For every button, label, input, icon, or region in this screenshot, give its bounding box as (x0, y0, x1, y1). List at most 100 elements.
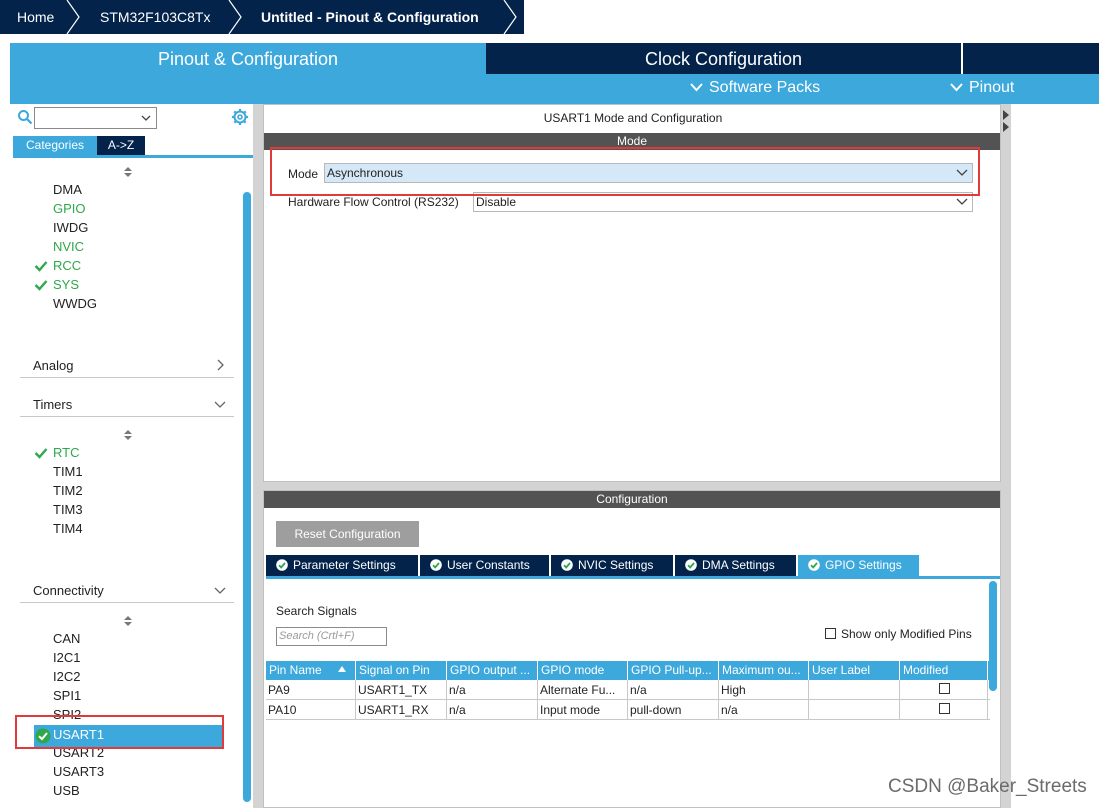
check-circle-icon (276, 559, 288, 571)
tab-parameter-settings-label: Parameter Settings (293, 558, 396, 572)
submenu-bar: Software Packs Pinout (486, 74, 1099, 104)
list-item-tim4[interactable]: TIM4 (53, 521, 83, 536)
table-header: Pin Name Signal on Pin GPIO output ... G… (266, 661, 990, 680)
cell-gpio-pull: pull-down (628, 700, 719, 720)
tab-a-z[interactable]: A->Z (97, 136, 145, 155)
tab-extra[interactable] (961, 43, 1099, 74)
reset-configuration-button[interactable]: Reset Configuration (276, 521, 419, 547)
tab-clock-label: Clock Configuration (644, 49, 803, 69)
tab-parameter-settings[interactable]: Parameter Settings (266, 555, 418, 576)
breadcrumb-device[interactable]: STM32F103C8Tx (100, 0, 210, 34)
col-gpio-pull[interactable]: GPIO Pull-up... (628, 661, 719, 680)
mode-panel-title: USART1 Mode and Configuration (543, 111, 723, 125)
category-timers[interactable]: Timers (20, 392, 234, 417)
list-item-i2c1[interactable]: I2C1 (53, 650, 80, 665)
list-item-spi1[interactable]: SPI1 (53, 688, 81, 703)
show-modified-pins-label: Show only Modified Pins (841, 627, 972, 641)
pinout-menu-label: Pinout (969, 79, 1015, 96)
breadcrumb-home[interactable]: Home (17, 0, 54, 34)
table-row[interactable]: PA9 USART1_TX n/a Alternate Fu... n/a Hi… (266, 680, 990, 700)
config-scrollbar[interactable] (989, 581, 997, 691)
list-item-tim2[interactable]: TIM2 (53, 483, 83, 498)
col-modified[interactable]: Modified (900, 661, 988, 680)
list-item-iwdg[interactable]: IWDG (53, 220, 88, 235)
highlight-box (270, 147, 980, 196)
category-tabs: Categories A->Z (13, 136, 253, 158)
tab-dma-settings[interactable]: DMA Settings (675, 555, 796, 576)
list-item-sys[interactable]: SYS (53, 277, 79, 292)
cell-gpio-output: n/a (447, 680, 538, 700)
software-packs-menu[interactable]: Software Packs (690, 79, 820, 97)
cell-signal: USART1_TX (356, 680, 447, 700)
breadcrumb: Home STM32F103C8Tx Untitled - Pinout & C… (0, 0, 1099, 34)
search-combobox[interactable] (34, 107, 157, 129)
hw-flow-control-label: Hardware Flow Control (RS232) (288, 195, 459, 209)
check-icon (34, 448, 48, 459)
modified-checkbox[interactable] (939, 683, 950, 694)
col-pin-name[interactable]: Pin Name (266, 661, 356, 680)
show-modified-pins-checkbox[interactable]: Show only Modified Pins (825, 627, 972, 641)
sort-icon[interactable] (123, 615, 133, 627)
list-item-nvic[interactable]: NVIC (53, 239, 84, 254)
list-item-rcc[interactable]: RCC (53, 258, 81, 273)
table-row[interactable]: PA10 USART1_RX n/a Input mode pull-down … (266, 700, 990, 720)
tab-pinout-label: Pinout & Configuration (157, 49, 339, 69)
chevron-down-icon (950, 83, 963, 92)
col-signal-on-pin[interactable]: Signal on Pin (356, 661, 447, 680)
search-signals-input[interactable]: Search (Crtl+F) (276, 627, 387, 646)
col-gpio-mode[interactable]: GPIO mode (538, 661, 628, 680)
col-gpio-output[interactable]: GPIO output ... (447, 661, 538, 680)
list-item-rtc[interactable]: RTC (53, 445, 79, 460)
checkbox-box[interactable] (825, 628, 836, 639)
cell-max-output: High (719, 680, 809, 700)
list-item-i2c2[interactable]: I2C2 (53, 669, 80, 684)
chevron-down-icon (690, 83, 703, 92)
breadcrumb-separator-icon (228, 0, 242, 34)
tab-dma-settings-label: DMA Settings (702, 558, 775, 572)
list-item-usart3[interactable]: USART3 (53, 764, 104, 779)
category-analog-label: Analog (33, 358, 74, 373)
cell-gpio-mode: Alternate Fu... (538, 680, 628, 700)
search-signals-placeholder: Search (Crtl+F) (279, 630, 355, 642)
left-scrollbar[interactable] (243, 192, 251, 802)
sort-icon[interactable] (123, 166, 133, 178)
cell-modified (900, 700, 988, 720)
tab-user-constants-label: User Constants (447, 558, 530, 572)
configuration-tabs: Parameter Settings User Constants NVIC S… (266, 555, 1000, 579)
list-item-tim1[interactable]: TIM1 (53, 464, 83, 479)
col-maximum-output[interactable]: Maximum ou... (719, 661, 809, 680)
gear-icon[interactable] (231, 108, 249, 126)
main-tabs: Pinout & Configuration Clock Configurati… (10, 43, 1099, 104)
list-item-gpio[interactable]: GPIO (53, 201, 86, 216)
category-connectivity[interactable]: Connectivity (20, 578, 234, 603)
cell-modified (900, 680, 988, 700)
check-icon (34, 261, 48, 272)
chevron-down-icon (956, 198, 968, 205)
breadcrumb-current[interactable]: Untitled - Pinout & Configuration (261, 0, 479, 34)
tab-nvic-settings-label: NVIC Settings (578, 558, 654, 572)
list-item-usb[interactable]: USB (53, 783, 80, 798)
sort-icon[interactable] (123, 429, 133, 441)
cell-user-label[interactable] (809, 680, 900, 700)
tab-user-constants[interactable]: User Constants (420, 555, 549, 576)
check-circle-icon (685, 559, 697, 571)
list-item-dma[interactable]: DMA (53, 182, 82, 197)
sort-ascending-icon (338, 666, 346, 672)
cell-user-label[interactable] (809, 700, 900, 720)
pinout-menu[interactable]: Pinout (950, 79, 1014, 97)
side-panel-handle[interactable] (1001, 104, 1011, 808)
tab-clock-configuration[interactable]: Clock Configuration (486, 43, 961, 74)
check-circle-icon (561, 559, 573, 571)
list-item-tim3[interactable]: TIM3 (53, 502, 83, 517)
tab-categories[interactable]: Categories (13, 136, 97, 155)
category-analog[interactable]: Analog (20, 353, 234, 378)
modified-checkbox[interactable] (939, 703, 950, 714)
search-icon[interactable] (17, 109, 33, 125)
chevron-right-icon (217, 359, 224, 371)
list-item-wwdg[interactable]: WWDG (53, 296, 97, 311)
list-item-can[interactable]: CAN (53, 631, 80, 646)
tab-pinout-configuration[interactable]: Pinout & Configuration (10, 43, 486, 104)
col-user-label[interactable]: User Label (809, 661, 900, 680)
tab-gpio-settings[interactable]: GPIO Settings (798, 555, 919, 576)
tab-nvic-settings[interactable]: NVIC Settings (551, 555, 673, 576)
